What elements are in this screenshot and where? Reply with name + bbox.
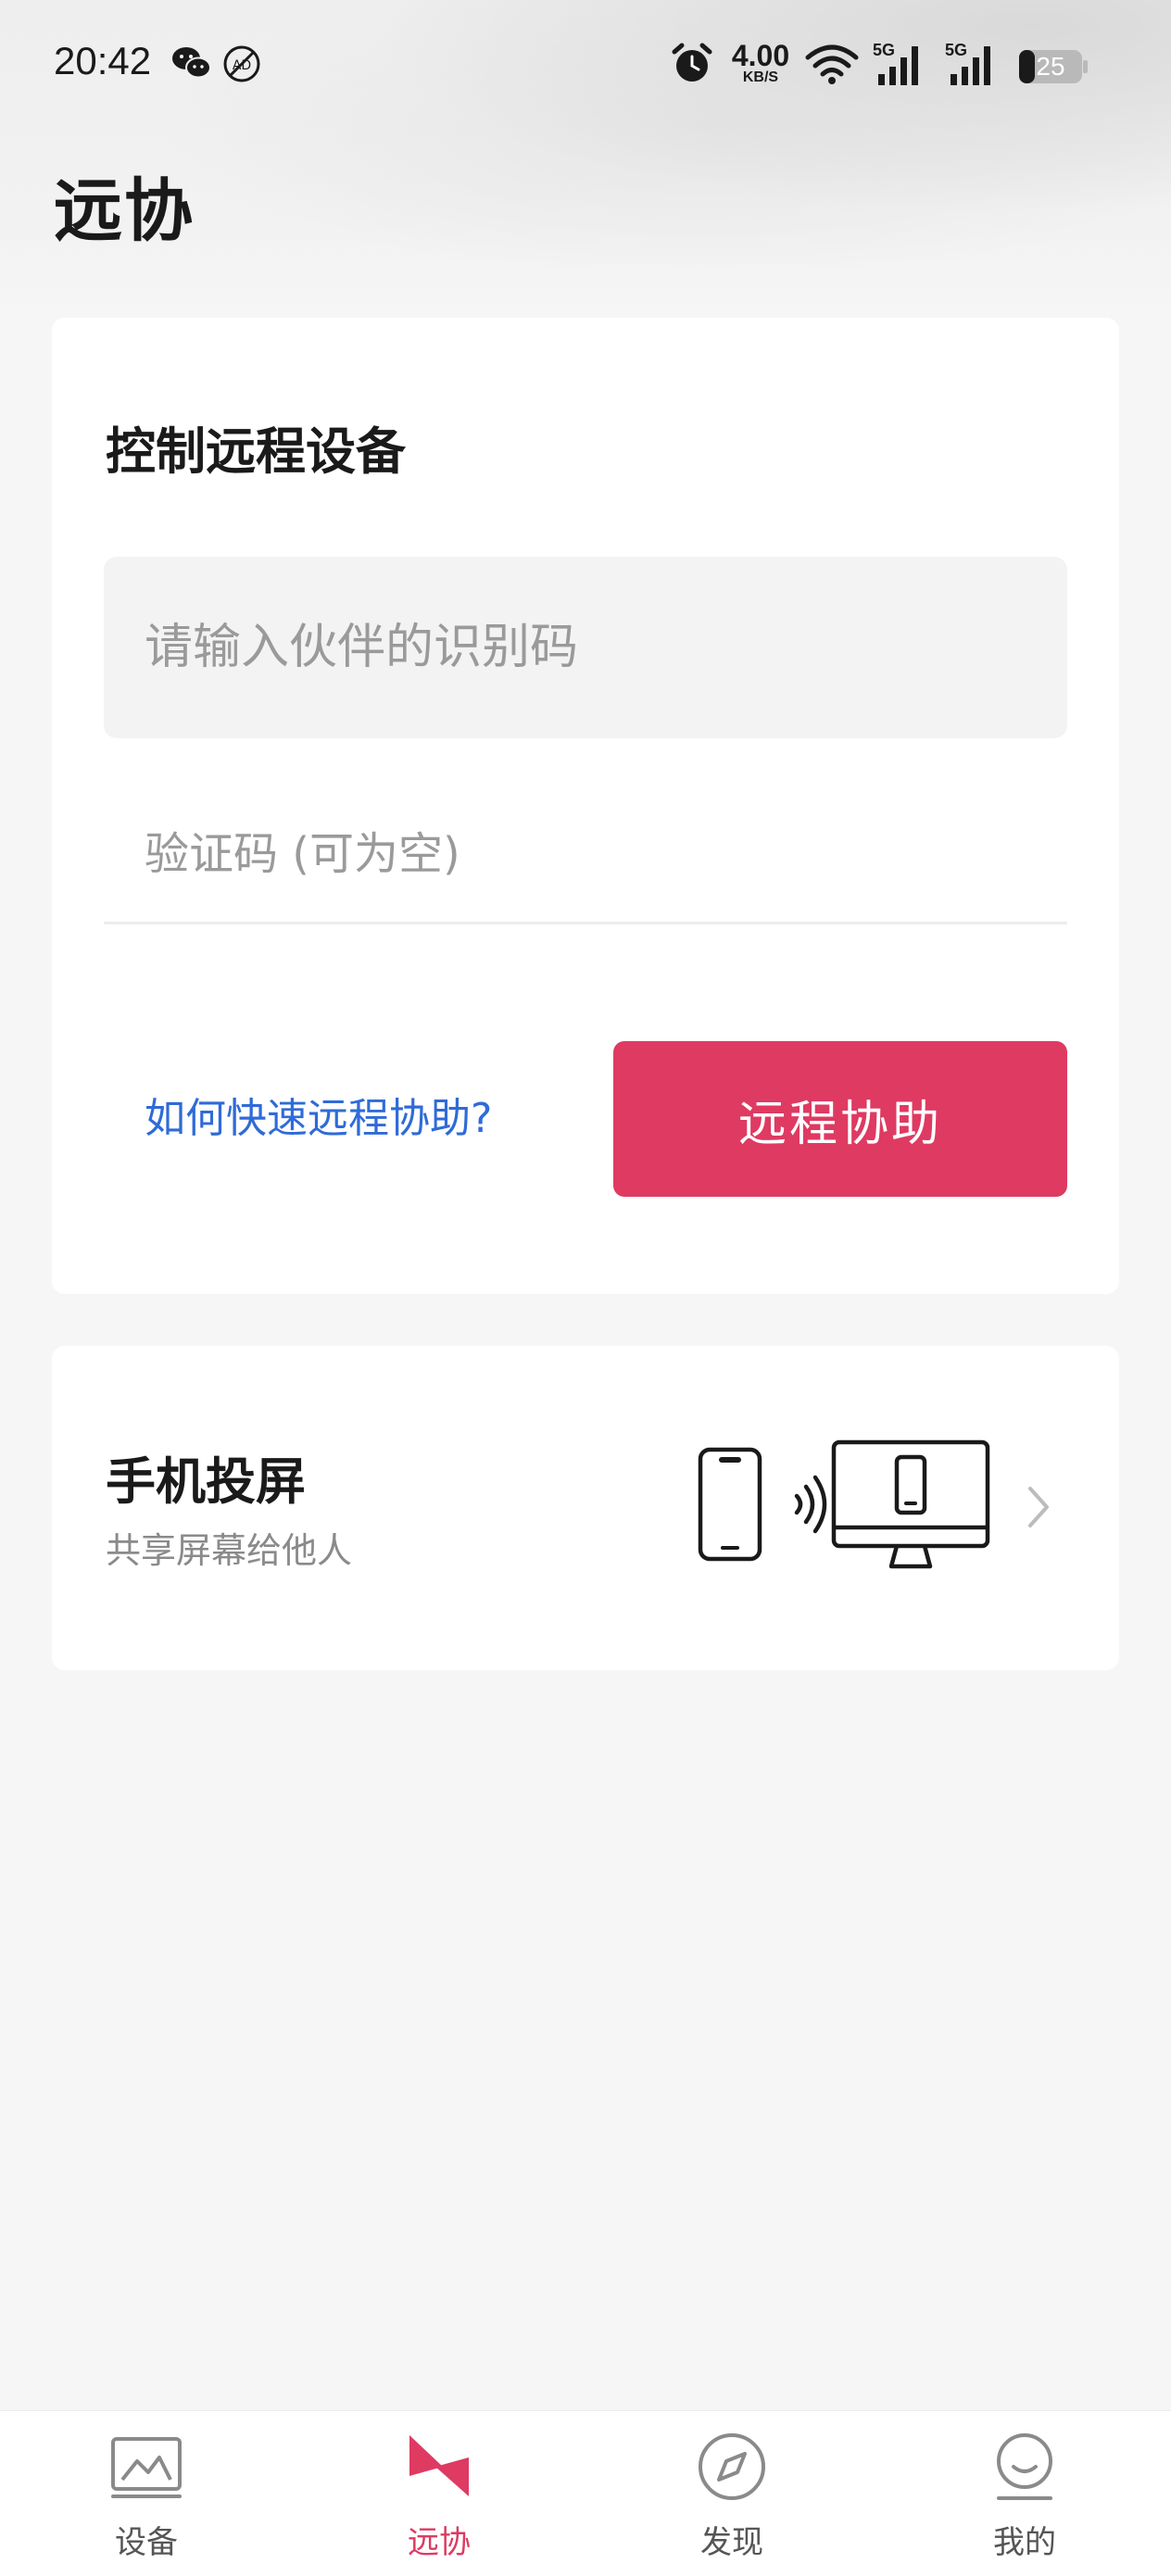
tab-label: 发现 xyxy=(700,2524,763,2561)
screen-cast-title: 手机投屏 xyxy=(106,1451,306,1511)
net-speed-unit: KB/S xyxy=(742,69,779,85)
status-bar: 20:42 AD 4.00 KB/S 5G 5G 25 xyxy=(0,0,1171,130)
partner-id-input[interactable] xyxy=(104,557,1067,738)
remote-assist-icon xyxy=(402,2430,476,2504)
remote-assist-button[interactable]: 远程协助 xyxy=(613,1041,1067,1197)
wifi-icon xyxy=(804,43,860,89)
remote-card-title: 控制远程设备 xyxy=(106,421,406,481)
tab-label: 远协 xyxy=(408,2524,471,2561)
devices-icon xyxy=(109,2430,183,2504)
signal-icon: 5G xyxy=(873,41,930,91)
tab-remote-assist[interactable]: 远协 xyxy=(293,2411,586,2576)
bottom-tab-bar: 设备 远协 发现 我的 xyxy=(0,2410,1171,2576)
tab-label: 我的 xyxy=(993,2524,1056,2561)
screen-cast-subtitle: 共享屏幕给他人 xyxy=(106,1530,353,1571)
battery-level: 25 xyxy=(1036,52,1065,81)
sim1-label: 5G xyxy=(873,41,896,59)
tab-devices[interactable]: 设备 xyxy=(0,2411,293,2576)
page-title: 远协 xyxy=(54,171,195,251)
tab-profile[interactable]: 我的 xyxy=(878,2411,1171,2576)
net-speed: 4.00 KB/S xyxy=(724,41,797,85)
alarm-icon xyxy=(669,41,715,91)
svg-text:AD: AD xyxy=(233,58,251,73)
wechat-icon xyxy=(170,44,213,85)
no-ad-icon: AD xyxy=(222,44,261,87)
tab-discover[interactable]: 发现 xyxy=(586,2411,878,2576)
phone-icon xyxy=(698,1447,762,1562)
tab-label: 设备 xyxy=(115,2524,178,2561)
battery-icon: 25 xyxy=(1017,48,1088,85)
verification-code-input[interactable] xyxy=(104,785,1067,924)
screen-cast-card[interactable]: 手机投屏 共享屏幕给他人 xyxy=(52,1346,1119,1670)
net-speed-value: 4.00 xyxy=(731,39,790,72)
chevron-right-icon xyxy=(1025,1483,1052,1535)
screen-cast-illustration xyxy=(641,1439,993,1590)
compass-icon xyxy=(695,2430,769,2504)
signal-icon: 5G xyxy=(945,41,1002,91)
status-time: 20:42 xyxy=(54,39,152,82)
quick-help-link[interactable]: 如何快速远程协助? xyxy=(145,1085,492,1144)
cast-waves-icon xyxy=(794,1475,827,1534)
remote-control-card: 控制远程设备 如何快速远程协助? 远程协助 xyxy=(52,318,1119,1294)
sim2-label: 5G xyxy=(945,41,968,59)
profile-icon xyxy=(988,2430,1062,2504)
monitor-icon xyxy=(831,1439,990,1569)
